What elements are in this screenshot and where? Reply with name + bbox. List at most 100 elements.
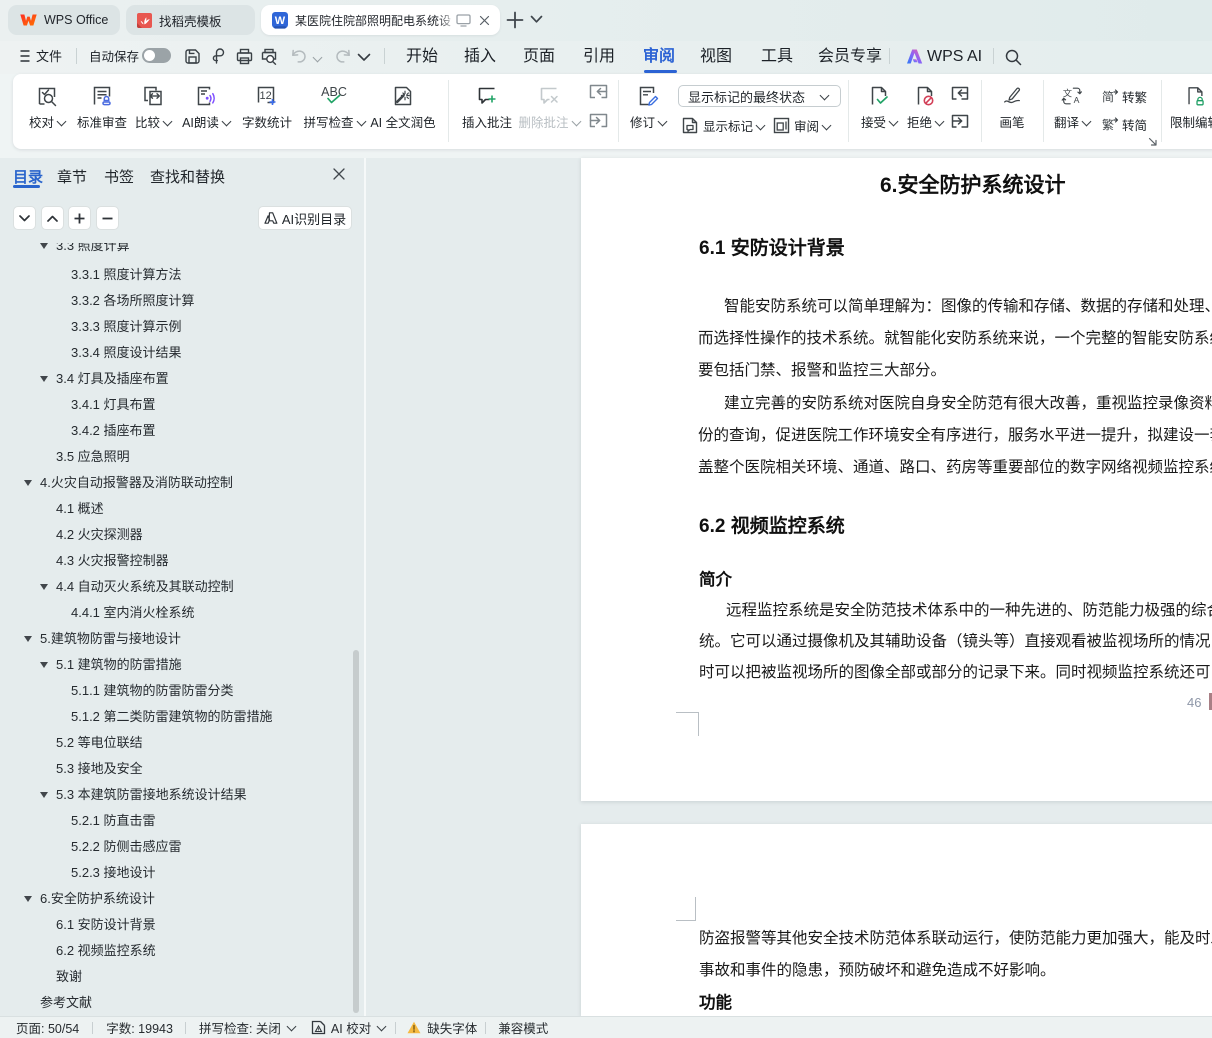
sidebar-close-icon[interactable] [332, 167, 346, 181]
hamburger-icon[interactable] [20, 50, 30, 62]
toc-item[interactable]: 4.1 概述 [56, 500, 104, 518]
toc-item[interactable]: 5.2 等电位联结 [56, 734, 143, 752]
toc-item[interactable]: 6.2 视频监控系统 [56, 942, 156, 960]
sidebar-tab-bookmarks[interactable]: 书签 [104, 166, 134, 187]
toc-item[interactable]: 4.3 火灾报警控制器 [56, 552, 169, 570]
toc-caret-icon[interactable] [40, 792, 48, 798]
document-page-1[interactable] [581, 158, 1212, 801]
ai-polish-button[interactable]: AI 全文润色 [368, 85, 438, 130]
toc-item[interactable]: 4.4.1 室内消火栓系统 [71, 604, 195, 622]
search-icon[interactable] [1005, 49, 1022, 66]
export-pdf-icon[interactable] [211, 48, 228, 65]
toc-caret-icon[interactable] [24, 896, 32, 902]
prev-change-icon[interactable] [951, 86, 969, 103]
toc-collapse-button[interactable] [13, 206, 36, 230]
toc-item[interactable]: 3.4 灯具及插座布置 [56, 370, 169, 388]
toc-item[interactable]: 5.2.1 防直击雷 [71, 812, 156, 830]
ai-recognize-toc-button[interactable]: AI识别目录 [258, 206, 352, 230]
insert-comment-button[interactable]: 插入批注 [458, 85, 516, 130]
quick-toolbar-chevron-icon[interactable] [357, 53, 371, 62]
toc-item[interactable]: 5.建筑物防雷与接地设计 [40, 630, 181, 648]
toc-item[interactable]: 3.4.2 插座布置 [71, 422, 156, 440]
toc-item[interactable]: 4.4 自动灭火系统及其联动控制 [56, 578, 234, 596]
toc-item[interactable]: 5.3 本建筑防雷接地系统设计结果 [56, 786, 247, 804]
menu-tools[interactable]: 工具 [761, 46, 793, 68]
print-icon[interactable] [236, 48, 253, 65]
menu-reference[interactable]: 引用 [583, 46, 615, 68]
word-count-button[interactable]: 12 字数统计 [237, 85, 297, 130]
toc-item[interactable]: 5.1.1 建筑物的防雷防雷分类 [71, 682, 234, 700]
toc-item[interactable]: 3.5 应急照明 [56, 448, 130, 466]
menu-review[interactable]: 审阅 [643, 46, 675, 68]
menu-file[interactable]: 文件 [36, 46, 62, 68]
toc-item[interactable]: 6.1 安防设计背景 [56, 916, 156, 934]
toc-caret-icon[interactable] [40, 243, 48, 249]
reject-button[interactable]: 拒绝 [903, 85, 947, 130]
screen-share-icon[interactable] [456, 13, 471, 27]
toc-zoom-in-button[interactable] [68, 206, 91, 230]
sidebar-tab-find-replace[interactable]: 查找和替换 [150, 166, 225, 187]
brush-button[interactable]: 画笔 [990, 85, 1034, 130]
show-markup-button[interactable]: 显示标记 [682, 116, 766, 135]
close-icon[interactable] [479, 15, 490, 26]
tab-docer-templates[interactable]: 找稻壳模板 [126, 5, 255, 35]
tab-wps-office[interactable]: WPS Office [8, 5, 120, 35]
save-icon[interactable] [184, 48, 201, 65]
prev-comment-icon[interactable] [589, 84, 608, 101]
wps-ai-label[interactable]: WPS AI [927, 46, 982, 68]
toc-item[interactable]: 4.火灾自动报警器及消防联动控制 [40, 474, 233, 492]
toc-item[interactable]: 3.3.3 照度计算示例 [71, 318, 182, 336]
toc-item[interactable]: 3.4.1 灯具布置 [71, 396, 156, 414]
toc-item[interactable]: 5.2.3 接地设计 [71, 864, 156, 882]
review-pane-button[interactable]: 审阅 [773, 116, 832, 135]
expand-ribbon-icon[interactable] [1148, 137, 1158, 147]
status-spellcheck[interactable]: 拼写检查: 关闭 [199, 1018, 281, 1037]
menu-membership[interactable]: 会员专享 [818, 46, 882, 68]
toc-caret-icon[interactable] [40, 376, 48, 382]
tab-list-chevron-icon[interactable] [530, 15, 543, 24]
toc-item[interactable]: 5.1.2 第二类防雷建筑物的防雷措施 [71, 708, 273, 726]
toc-caret-icon[interactable] [24, 480, 32, 486]
toc-caret-icon[interactable] [24, 636, 32, 642]
status-missing-font[interactable]: 缺失字体 [427, 1018, 477, 1037]
track-changes-button[interactable]: 修订 [626, 85, 670, 130]
toc-item[interactable]: 5.2.2 防侧击感应雷 [71, 838, 182, 856]
toc-item[interactable]: 参考文献 [40, 994, 92, 1012]
new-tab-icon[interactable] [506, 11, 524, 29]
ai-read-button[interactable]: AI朗读 [175, 85, 237, 130]
status-page[interactable]: 页面: 50/54 [16, 1018, 79, 1037]
status-compat-mode[interactable]: 兼容模式 [498, 1018, 548, 1037]
sidebar-scrollbar[interactable] [353, 650, 359, 1013]
toc-item[interactable]: 6.安全防护系统设计 [40, 890, 155, 908]
toc-item[interactable]: 5.1 建筑物的防雷措施 [56, 656, 182, 674]
autosave-toggle[interactable] [142, 48, 171, 63]
toc-item[interactable]: 4.2 火灾探测器 [56, 526, 143, 544]
markup-state-dropdown[interactable]: 显示标记的最终状态 [678, 85, 841, 107]
menu-insert[interactable]: 插入 [464, 46, 496, 68]
menu-home[interactable]: 开始 [406, 46, 438, 68]
to-traditional-button[interactable]: 简 转繁 [1100, 87, 1147, 106]
next-change-icon[interactable] [951, 114, 969, 131]
sidebar-tab-chapters[interactable]: 章节 [57, 166, 87, 187]
toc-item[interactable]: 3.3 照度计算 [56, 243, 130, 255]
menu-page[interactable]: 页面 [523, 46, 555, 68]
restrict-edit-button[interactable]: 限制编辑 [1160, 85, 1212, 130]
accept-button[interactable]: 接受 [857, 85, 901, 130]
status-ai-proof[interactable]: AI 校对 [331, 1018, 371, 1037]
toc-item[interactable]: 3.3.2 各场所照度计算 [71, 292, 195, 310]
sidebar-tab-toc[interactable]: 目录 [13, 166, 43, 187]
toc-expand-button[interactable] [41, 206, 64, 230]
toc-item[interactable]: 5.3 接地及安全 [56, 760, 143, 778]
toc-item[interactable]: 3.3.4 照度设计结果 [71, 344, 182, 362]
menu-view[interactable]: 视图 [700, 46, 732, 68]
to-simplified-button[interactable]: 繁 转简 [1100, 115, 1147, 134]
compare-button[interactable]: 比较 [123, 85, 183, 130]
proof-button[interactable]: 校对 [17, 85, 77, 130]
toc-caret-icon[interactable] [40, 662, 48, 668]
toc-item[interactable]: 3.3.1 照度计算方法 [71, 266, 182, 284]
print-preview-icon[interactable] [261, 48, 279, 65]
translate-button[interactable]: 文 A 翻译 [1050, 85, 1094, 130]
tab-document-active[interactable]: W 某医院住院部照明配电系统设 [261, 5, 500, 35]
sidebar-divider[interactable] [364, 158, 366, 1016]
toc-item[interactable]: 致谢 [56, 968, 82, 986]
